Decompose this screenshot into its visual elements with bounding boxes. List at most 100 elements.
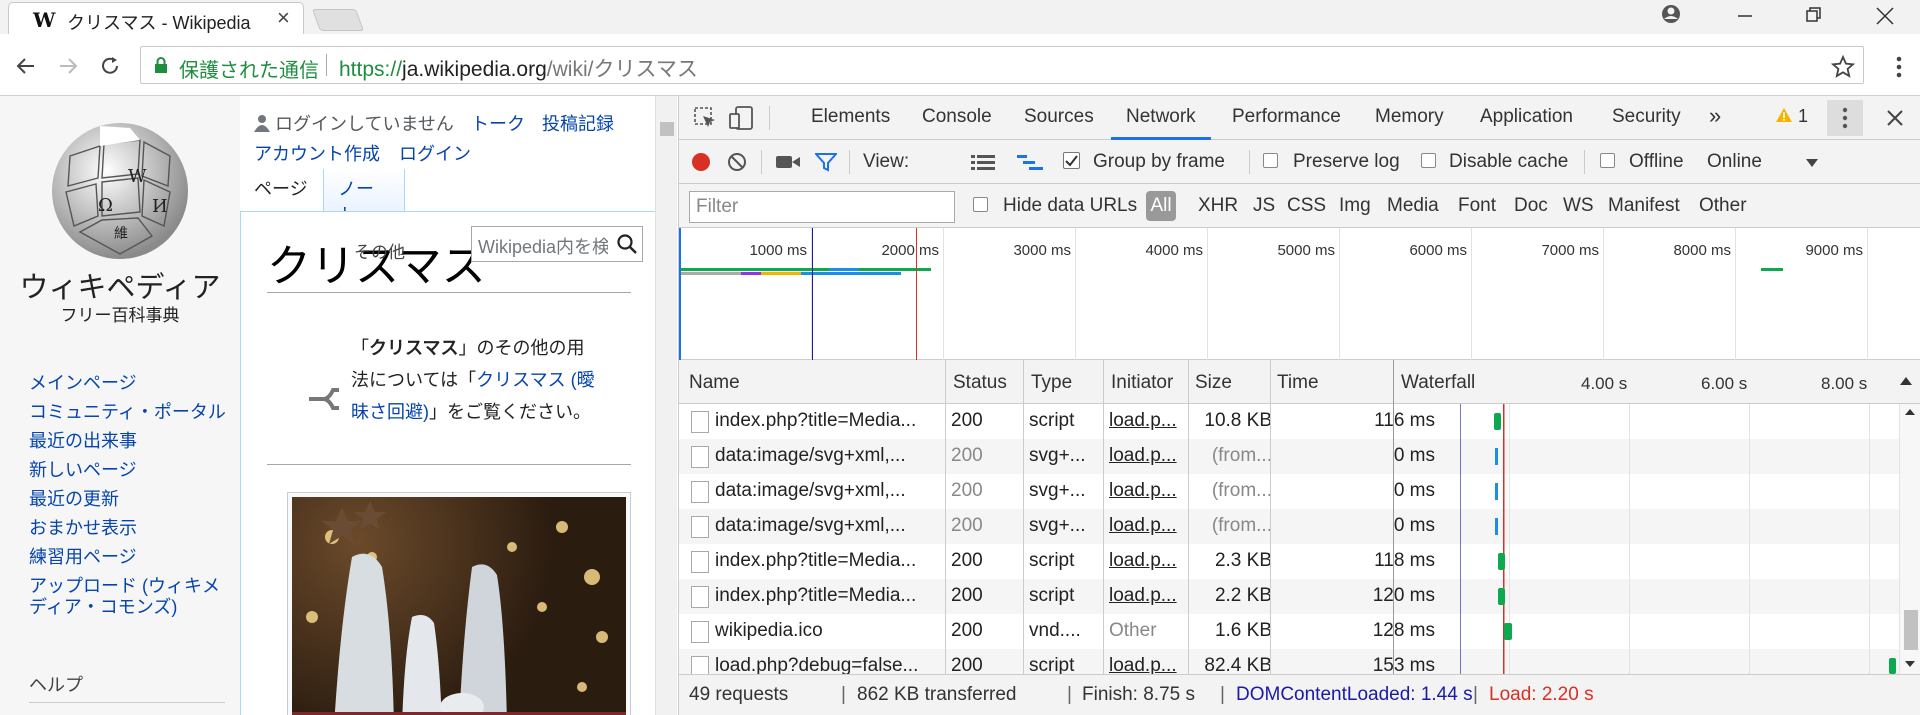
filter-other[interactable]: Other xyxy=(1699,195,1747,217)
nav-community-portal[interactable]: コミュニティ・ポータル xyxy=(29,402,229,423)
col-time[interactable]: Time xyxy=(1277,372,1319,394)
new-tab-button[interactable] xyxy=(311,9,365,31)
row-initiator[interactable]: load.p... xyxy=(1109,480,1181,502)
wikipedia-globe-logo-icon[interactable]: Ω W И 維 xyxy=(40,116,200,262)
more-tabs-icon[interactable]: » xyxy=(1709,103,1721,129)
col-initiator[interactable]: Initiator xyxy=(1111,372,1173,394)
throttling-select[interactable]: Online xyxy=(1707,151,1762,173)
large-rows-icon[interactable] xyxy=(971,154,995,172)
tab-security[interactable]: Security xyxy=(1612,106,1681,128)
row-size: 1.6 KB xyxy=(1214,620,1272,641)
url-text[interactable]: https://ja.wikipedia.org/wiki/クリスマス xyxy=(339,53,698,83)
filter-img[interactable]: Img xyxy=(1339,195,1371,217)
tab-network[interactable]: Network xyxy=(1126,106,1196,128)
infobox-image[interactable] xyxy=(287,492,631,715)
tab-application[interactable]: Application xyxy=(1480,106,1573,128)
filter-css[interactable]: CSS xyxy=(1287,195,1326,217)
tab-memory[interactable]: Memory xyxy=(1375,106,1444,128)
nav-main-page[interactable]: メインページ xyxy=(29,373,229,394)
col-size[interactable]: Size xyxy=(1195,372,1232,394)
devtools-menu-icon[interactable] xyxy=(1827,100,1863,136)
preserve-log-checkbox[interactable] xyxy=(1263,153,1278,168)
nav-new-pages[interactable]: 新しいページ xyxy=(29,460,229,481)
tab-close-icon[interactable]: × xyxy=(277,7,290,29)
row-initiator[interactable]: load.p... xyxy=(1109,410,1181,432)
search-box[interactable]: Wikipedia内を検索 xyxy=(471,226,643,262)
search-input[interactable]: Wikipedia内を検索 xyxy=(478,233,608,259)
row-initiator[interactable]: load.p... xyxy=(1109,445,1181,467)
requests-table: Name Status Type Initiator Size Time Wat… xyxy=(679,360,1920,674)
clear-icon[interactable] xyxy=(727,152,747,172)
search-icon[interactable] xyxy=(616,233,638,255)
close-devtools-icon[interactable] xyxy=(1885,108,1905,128)
inspect-element-icon[interactable] xyxy=(693,106,717,130)
tab-performance[interactable]: Performance xyxy=(1232,106,1341,128)
create-account-link[interactable]: アカウント作成 xyxy=(254,144,380,164)
contributions-link[interactable]: 投稿記録 xyxy=(542,114,614,134)
disable-cache-checkbox[interactable] xyxy=(1421,153,1436,168)
tab-console[interactable]: Console xyxy=(922,106,992,128)
browser-tab[interactable]: W クリスマス - Wikipedia × xyxy=(8,2,304,36)
warnings-badge[interactable]: 1 xyxy=(1775,106,1808,127)
row-initiator[interactable]: load.p... xyxy=(1109,655,1181,674)
close-window-icon[interactable] xyxy=(1850,0,1920,34)
group-by-frame-checkbox[interactable] xyxy=(1063,152,1080,169)
col-type[interactable]: Type xyxy=(1031,372,1072,394)
more-menu[interactable]: その他 xyxy=(354,238,405,263)
col-waterfall[interactable]: Waterfall xyxy=(1401,372,1475,394)
tab-elements[interactable]: Elements xyxy=(811,106,890,128)
network-overview[interactable]: 1000 ms 2000 ms 3000 ms 4000 ms 5000 ms … xyxy=(679,228,1920,360)
hide-data-urls-checkbox[interactable] xyxy=(973,197,988,212)
filter-icon[interactable] xyxy=(815,152,837,172)
offline-checkbox[interactable] xyxy=(1600,153,1615,168)
page-scrollbar-up-icon[interactable] xyxy=(660,122,674,136)
nav-current-events[interactable]: 最近の出来事 xyxy=(29,431,229,452)
page-scrollbar[interactable] xyxy=(655,96,677,715)
filter-all[interactable]: All xyxy=(1146,191,1176,221)
tab-note[interactable]: ノート xyxy=(323,169,405,225)
back-icon[interactable] xyxy=(14,54,38,78)
login-link[interactable]: ログイン xyxy=(399,144,471,164)
bookmark-star-icon[interactable] xyxy=(1831,55,1855,79)
col-status[interactable]: Status xyxy=(953,372,1007,394)
row-initiator[interactable]: load.p... xyxy=(1109,550,1181,572)
nav-sandbox[interactable]: 練習用ページ xyxy=(29,547,229,568)
nav-upload[interactable]: アップロード (ウィキメディア・コモンズ) xyxy=(29,576,229,618)
scroll-down-icon[interactable] xyxy=(1904,660,1916,668)
tab-sources[interactable]: Sources xyxy=(1024,106,1094,128)
talk-link[interactable]: トーク xyxy=(471,114,525,134)
forward-icon[interactable] xyxy=(56,54,80,78)
table-scrollbar-thumb[interactable] xyxy=(1904,610,1918,650)
table-scrollbar[interactable] xyxy=(1899,404,1920,674)
row-initiator[interactable]: load.p... xyxy=(1109,515,1181,537)
reload-icon[interactable] xyxy=(98,54,122,78)
throttling-dropdown-icon[interactable] xyxy=(1805,158,1819,168)
row-status: 200 xyxy=(951,515,983,536)
profile-icon[interactable] xyxy=(1636,0,1706,34)
row-initiator[interactable]: load.p... xyxy=(1109,585,1181,607)
restore-icon[interactable] xyxy=(1778,0,1848,34)
filter-media[interactable]: Media xyxy=(1387,195,1439,217)
overview-icon[interactable] xyxy=(1017,154,1043,172)
scroll-up-icon[interactable] xyxy=(1904,408,1916,416)
filter-font[interactable]: Font xyxy=(1458,195,1496,217)
minimize-icon[interactable] xyxy=(1710,0,1780,34)
col-name[interactable]: Name xyxy=(689,372,740,394)
tab-page[interactable]: ページ xyxy=(240,169,322,211)
filter-ws[interactable]: WS xyxy=(1563,195,1594,217)
address-bar[interactable]: 保護された通信 https://ja.wikipedia.org/wiki/クリ… xyxy=(140,46,1864,84)
capture-screenshots-icon[interactable] xyxy=(775,154,801,170)
browser-menu-icon[interactable] xyxy=(1896,56,1902,78)
hatnote-divider xyxy=(267,464,631,465)
record-icon[interactable] xyxy=(691,152,711,172)
nav-recent-changes[interactable]: 最近の更新 xyxy=(29,489,229,510)
filter-doc[interactable]: Doc xyxy=(1514,195,1548,217)
sort-up-icon[interactable] xyxy=(1899,376,1913,386)
filter-js[interactable]: JS xyxy=(1253,195,1275,217)
filter-manifest[interactable]: Manifest xyxy=(1608,195,1680,217)
device-toolbar-icon[interactable] xyxy=(729,106,755,130)
tabbar-separator xyxy=(769,106,770,130)
filter-xhr[interactable]: XHR xyxy=(1198,195,1238,217)
nav-random-page[interactable]: おまかせ表示 xyxy=(29,518,229,539)
filter-input[interactable]: Filter xyxy=(689,191,955,223)
